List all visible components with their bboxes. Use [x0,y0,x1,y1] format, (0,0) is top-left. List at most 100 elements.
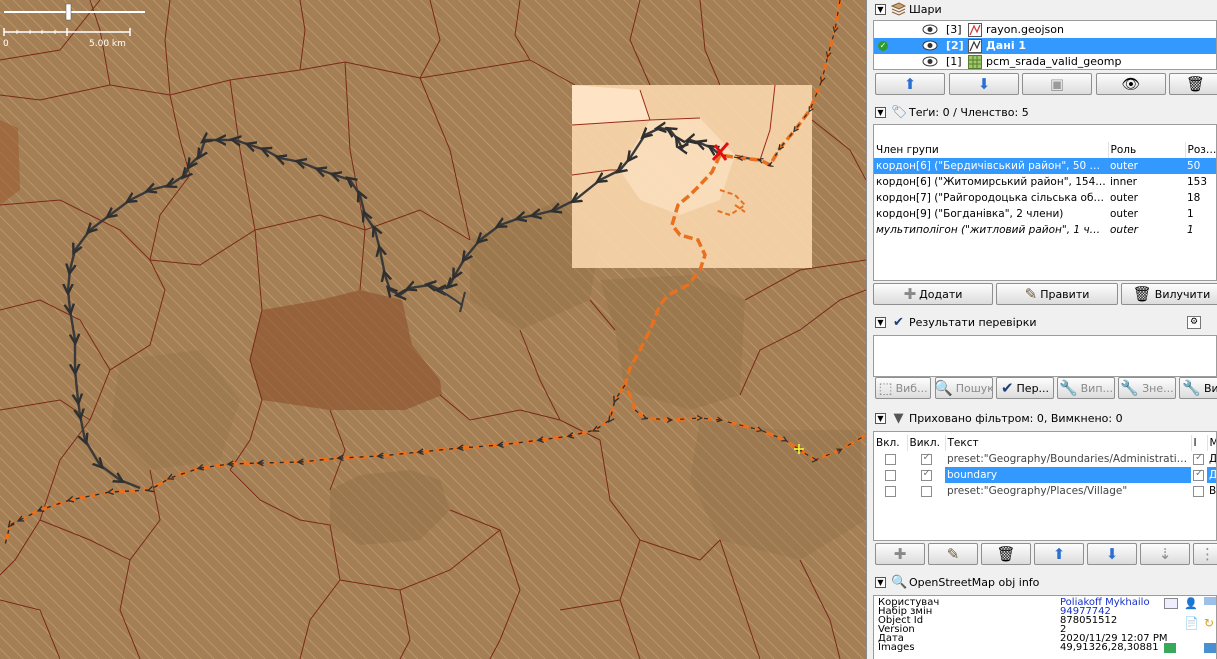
map-link-icon[interactable] [1164,643,1176,653]
ignore-icon: 🔧 [1120,378,1140,397]
validation-ignore-button[interactable]: 🔧 Зне... [1118,377,1176,399]
edit-tag-button[interactable]: ✎ Правити [996,283,1118,305]
history-icon[interactable]: ↻ [1204,616,1214,630]
enable-checkbox[interactable] [885,485,896,497]
table-row[interactable]: кордон[6] ("Житомирський район", 154 чле… [874,174,1216,190]
role-cell: outer [1108,158,1185,174]
filter-down-button[interactable]: ⬇ [1087,543,1137,565]
button-label: Пер... [1016,381,1050,395]
column-header-enable[interactable]: Вкл. [874,435,908,451]
osm-info-title: OpenStreetMap obj info [909,576,1040,589]
column-header-inverse[interactable]: I [1191,435,1208,451]
table-row[interactable]: boundary До [874,467,1216,483]
column-header-member[interactable]: Член групи [874,142,1109,158]
filter-dialog-header[interactable]: ▼ ▼ Приховано фільтром: 0, Вимкнено: 0 [871,409,1217,429]
merge-layers-button[interactable]: ▣ [1022,73,1092,95]
move-up-button[interactable]: ⬆ [875,73,945,95]
layers-dialog-header[interactable]: ▼ Шари [871,0,1217,20]
trash-icon: 🗑 [1185,74,1206,93]
map-canvas[interactable] [0,0,866,659]
column-header-role[interactable]: Роль [1108,142,1186,158]
validation-dialog-header[interactable]: ▼ ✔ Результати перевірки ⚙ [871,313,1217,333]
eye-icon: 👁 [1121,74,1141,93]
toggle-visibility-button[interactable]: 👁 [1096,73,1166,95]
globe-icon[interactable] [1204,643,1216,653]
filter-text-cell: preset:"Geography/Boundaries/Administrat… [947,453,1191,465]
filter-more-button[interactable]: ⋮ [1193,543,1217,565]
enable-checkbox[interactable] [885,453,896,465]
user-icon[interactable]: 👤 [1184,597,1198,610]
table-row[interactable]: кордон[6] ("Бердичівський район", 50 чле… [874,158,1216,174]
position-cell: 18 [1187,192,1201,204]
delete-tag-button[interactable]: 🗑 Вилучити [1121,283,1217,305]
add-filter-button[interactable]: ✚ [875,543,925,565]
filter-sort-button[interactable]: ⇣ [1140,543,1190,565]
move-down-button[interactable]: ⬇ [949,73,1019,95]
message-icon[interactable] [1164,598,1178,609]
layers-dialog: ▼ Шари [3] rayon.geojson ✓ [2] Дані 1 [1… [871,0,1217,100]
collapse-icon[interactable]: ▼ [875,413,886,424]
hide-checkbox[interactable] [920,468,932,481]
table-row[interactable]: preset:"Geography/Boundaries/Administrat… [874,451,1216,467]
table-row[interactable]: preset:"Geography/Places/Village" Ви [874,483,1216,499]
layer-row-data1[interactable]: ✓ [2] Дані 1 [874,38,1216,54]
delete-layer-button[interactable]: 🗑 [1169,73,1217,95]
delete-filter-button[interactable]: 🗑 [981,543,1031,565]
osm-info-dialog: ▼ 🔍 OpenStreetMap obj info Користувач Po… [871,573,1217,659]
validation-zoom-button[interactable]: 🔍 Пошук [935,377,993,399]
collapse-icon[interactable]: ▼ [875,107,886,118]
collapse-icon[interactable]: ▼ [875,577,886,588]
membership-table[interactable]: Член групи Роль Розта кордон[6] ("Бердич… [873,124,1217,281]
delete-label: Вилучити [1154,287,1211,301]
merge-icon: ▣ [1049,74,1065,93]
zoom-icon: 🔍 [935,378,953,397]
position-cell: 1 [1187,208,1194,220]
validation-results-list[interactable] [873,335,1217,377]
edit-filter-button[interactable]: ✎ [928,543,978,565]
inverse-checkbox[interactable] [1193,452,1204,465]
settings-icon[interactable]: ⚙ [1187,316,1201,329]
document-icon[interactable]: 📄 [1184,616,1199,630]
layers-list[interactable]: [3] rayon.geojson ✓ [2] Дані 1 [1] pcm_s… [873,20,1217,70]
filter-table[interactable]: Вкл. Викл. Текст I М preset:"Geography/B… [873,431,1217,541]
filter-up-button[interactable]: ⬆ [1034,543,1084,565]
column-header-text[interactable]: Текст [945,435,1192,451]
validation-check-button[interactable]: ✔ Пер... [996,377,1054,399]
eye-icon[interactable] [922,56,938,67]
tags-dialog-header[interactable]: ▼ 🏷 Теґи: 0 / Членство: 5 [871,103,1217,123]
filter-header-row: Вкл. Викл. Текст I М [874,435,1216,451]
eye-icon[interactable] [922,40,938,51]
layer-number: [1] [946,55,962,68]
link-icon[interactable] [1204,597,1216,605]
inverse-checkbox[interactable] [1193,485,1204,497]
member-cell: кордон[9] ("Богданівка", 2 члени) [876,208,1064,220]
sort-icon: ⇣ [1158,544,1172,563]
eye-icon[interactable] [922,24,938,35]
plus-icon: ✚ [903,284,917,303]
layer-row-rayon[interactable]: [3] rayon.geojson [874,22,1216,38]
collapse-icon[interactable]: ▼ [875,4,886,15]
column-header-position[interactable]: Розта [1185,142,1216,158]
hide-checkbox[interactable] [920,452,932,465]
scale-start-label: 0 [3,39,9,49]
table-row[interactable]: мультиполігон ("житловий район", 1 член)… [874,222,1216,238]
validation-dialog: ▼ ✔ Результати перевірки ⚙ ⬚ Виб... 🔍 Пошу… [871,313,1217,405]
osm-info-dialog-header[interactable]: ▼ 🔍 OpenStreetMap obj info [871,573,1217,593]
layer-row-pcm[interactable]: [1] pcm_srada_valid_geomp [874,54,1216,69]
inverse-checkbox[interactable] [1193,468,1204,481]
map-view[interactable]: 0 5.00 km [0,0,866,659]
validation-select-button[interactable]: ⬚ Виб... [875,377,931,399]
table-row[interactable]: кордон[9] ("Богданівка", 2 члени) outer … [874,206,1216,222]
column-header-mode[interactable]: М [1207,435,1216,451]
table-row[interactable]: кордон[7] ("Райгородоцька сільська об'єд… [874,190,1216,206]
enable-checkbox[interactable] [885,469,896,481]
filter-dialog: ▼ ▼ Приховано фільтром: 0, Вимкнено: 0 В… [871,409,1217,569]
validation-fix-button[interactable]: 🔧 Вип... [1057,377,1115,399]
collapse-icon[interactable]: ▼ [875,317,886,328]
member-cell: мультиполігон ("житловий район", 1 член) [876,224,1108,236]
edit-icon: ✎ [946,544,960,563]
validation-more-button[interactable]: 🔧Ви [1179,377,1217,399]
column-header-hide[interactable]: Викл. [907,435,946,451]
add-tag-button[interactable]: ✚ Додати [873,283,993,305]
hide-checkbox[interactable] [920,485,932,497]
